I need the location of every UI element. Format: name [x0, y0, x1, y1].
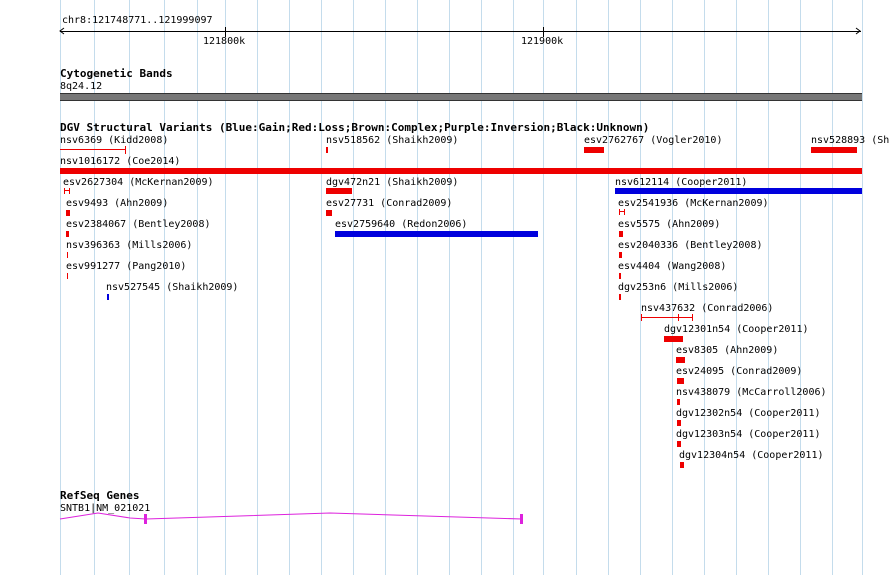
sv-feature-nsv527545[interactable] — [107, 294, 109, 300]
sv-feature-esv2762767[interactable] — [584, 147, 604, 153]
feature-label: esv2384067 (Bentley2008) — [66, 219, 211, 230]
grid-line — [481, 0, 482, 575]
sv-feature-esv2384067[interactable] — [66, 231, 69, 237]
feature-label: nsv6369 (Kidd2008) — [60, 135, 169, 146]
grid-line — [449, 0, 450, 575]
sv-feature-nsv518562[interactable] — [326, 147, 328, 153]
track-title-refseq[interactable]: RefSeq Genes — [60, 490, 139, 502]
grid-line — [576, 0, 577, 575]
grid-line — [353, 0, 354, 575]
feature-label: dgv12304n54 (Cooper2011) — [679, 450, 824, 461]
grid-line — [768, 0, 769, 575]
grid-line — [385, 0, 386, 575]
grid-line — [513, 0, 514, 575]
sv-feature-nsv437632[interactable] — [641, 314, 693, 321]
sv-feature-esv4404[interactable] — [619, 273, 621, 279]
sv-feature-esv2040336[interactable] — [619, 252, 622, 258]
feature-label: nsv396363 (Mills2006) — [66, 240, 193, 251]
ruler-tick-label: 121800k — [203, 36, 246, 47]
sv-feature-dgv12301n54[interactable] — [664, 336, 683, 342]
track-title-dgv[interactable]: DGV Structural Variants (Blue:Gain;Red:L… — [60, 122, 649, 134]
sv-feature-esv2627304[interactable] — [64, 188, 70, 194]
feature-label: esv5575 (Ahn2009) — [618, 219, 721, 230]
ruler-location: chr8:121748771..121999097 — [62, 15, 213, 26]
feature-label: nsv437632 (Conrad2006) — [641, 303, 774, 314]
feature-label: esv2762767 (Vogler2010) — [584, 135, 723, 146]
feature-label: esv24095 (Conrad2009) — [676, 366, 803, 377]
feature-label: nsv518562 (Shaikh2009) — [326, 135, 459, 146]
sv-feature-esv2759640[interactable] — [335, 231, 538, 237]
feature-label: dgv12301n54 (Cooper2011) — [664, 324, 809, 335]
gene-model-SNTB1[interactable] — [0, 505, 890, 535]
grid-line — [543, 0, 544, 575]
sv-feature-esv5575[interactable] — [619, 231, 623, 237]
sv-feature-nsv612114[interactable] — [615, 188, 862, 194]
sv-feature-dgv12304n54[interactable] — [680, 462, 684, 468]
cytoband-label: 8q24.12 — [60, 81, 103, 92]
sv-feature-esv8305[interactable] — [676, 357, 685, 363]
sv-feature-esv991277[interactable] — [67, 273, 68, 279]
sv-feature-dgv12303n54[interactable] — [677, 441, 681, 447]
track-title-cytoband[interactable]: Cytogenetic Bands — [60, 68, 173, 80]
feature-label: dgv472n21 (Shaikh2009) — [326, 177, 459, 188]
feature-label: dgv12302n54 (Cooper2011) — [676, 408, 821, 419]
grid-line — [257, 0, 258, 575]
feature-label: nsv527545 (Shaikh2009) — [106, 282, 239, 293]
grid-line — [289, 0, 290, 575]
sv-feature-nsv438079[interactable] — [677, 399, 680, 405]
grid-line — [832, 0, 833, 575]
sv-feature-esv9493[interactable] — [66, 210, 70, 216]
feature-label: esv2627304 (McKernan2009) — [63, 177, 214, 188]
sv-feature-dgv472n21[interactable] — [326, 188, 352, 194]
sv-feature-nsv528893[interactable] — [811, 147, 857, 153]
feature-label: esv2040336 (Bentley2008) — [618, 240, 763, 251]
feature-label: esv991277 (Pang2010) — [66, 261, 187, 272]
feature-label: esv27731 (Conrad2009) — [326, 198, 453, 209]
sv-feature-nsv1016172[interactable] — [60, 168, 862, 174]
feature-label: esv4404 (Wang2008) — [618, 261, 727, 272]
feature-label: esv8305 (Ahn2009) — [676, 345, 779, 356]
feature-label: nsv612114 (Cooper2011) — [615, 177, 748, 188]
feature-label: nsv1016172 (Coe2014) — [60, 156, 181, 167]
sv-feature-esv27731[interactable] — [326, 210, 332, 216]
sv-feature-dgv12302n54[interactable] — [677, 420, 681, 426]
feature-label: esv2759640 (Redon2006) — [335, 219, 468, 230]
grid-line — [862, 0, 863, 575]
feature-label: nsv438079 (McCarroll2006) — [676, 387, 827, 398]
grid-line — [321, 0, 322, 575]
sv-feature-esv24095[interactable] — [677, 378, 684, 384]
ruler-tick-label: 121900k — [521, 36, 564, 47]
grid-line — [800, 0, 801, 575]
feature-label: esv9493 (Ahn2009) — [66, 198, 169, 209]
genome-browser-view[interactable]: chr8:121748771..121999097 121800k 121900… — [0, 0, 890, 575]
feature-label: dgv253n6 (Mills2006) — [618, 282, 739, 293]
feature-label: esv2541936 (McKernan2009) — [618, 198, 769, 209]
cytoband-bar[interactable] — [60, 93, 862, 101]
sv-feature-dgv253n6[interactable] — [619, 294, 621, 300]
grid-line — [417, 0, 418, 575]
feature-label: dgv12303n54 (Cooper2011) — [676, 429, 821, 440]
sv-feature-esv2541936[interactable] — [619, 209, 625, 215]
ruler-arrows — [59, 27, 861, 35]
sv-feature-nsv396363[interactable] — [67, 252, 68, 258]
feature-label: nsv528893 (Sh — [811, 135, 890, 146]
sv-feature-nsv6369[interactable] — [60, 146, 126, 154]
grid-line — [608, 0, 609, 575]
